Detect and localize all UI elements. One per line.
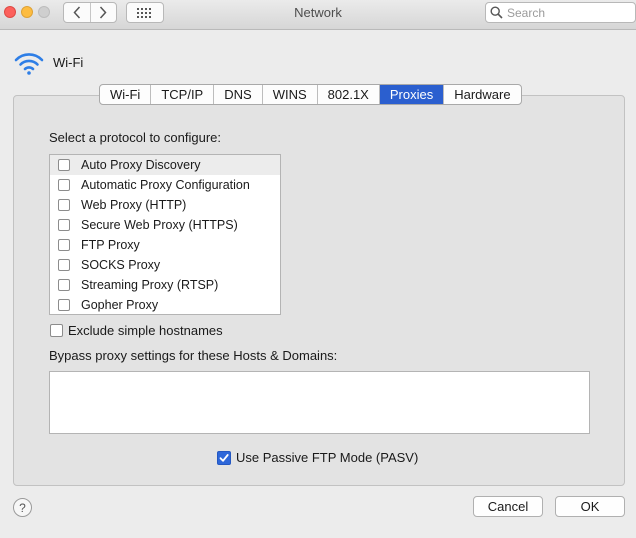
tab-tcpip[interactable]: TCP/IP xyxy=(151,85,215,104)
protocol-label: Streaming Proxy (RTSP) xyxy=(81,278,219,292)
protocol-label: Secure Web Proxy (HTTPS) xyxy=(81,218,238,232)
exclude-simple-hostnames-label: Exclude simple hostnames xyxy=(68,323,223,338)
protocol-label: Automatic Proxy Configuration xyxy=(81,178,250,192)
protocol-checkbox[interactable] xyxy=(58,239,70,251)
minimize-window-button[interactable] xyxy=(21,6,33,18)
close-window-button[interactable] xyxy=(4,6,16,18)
protocol-row-socks-proxy[interactable]: SOCKS Proxy xyxy=(50,255,280,275)
wifi-icon xyxy=(14,53,44,75)
forward-button[interactable] xyxy=(89,3,117,22)
back-button[interactable] xyxy=(64,3,90,22)
tab-dns[interactable]: DNS xyxy=(214,85,263,104)
protocol-row-auto-proxy-discovery[interactable]: Auto Proxy Discovery xyxy=(50,155,280,175)
protocol-label: Auto Proxy Discovery xyxy=(81,158,201,172)
chevron-right-icon xyxy=(100,6,107,19)
protocol-label: SOCKS Proxy xyxy=(81,258,161,272)
tab-wins[interactable]: WINS xyxy=(263,85,318,104)
checkmark-icon xyxy=(219,453,229,462)
bypass-label: Bypass proxy settings for these Hosts & … xyxy=(49,348,338,363)
zoom-window-button[interactable] xyxy=(38,6,50,18)
protocol-row-gopher-proxy[interactable]: Gopher Proxy xyxy=(50,295,280,315)
protocol-label: Gopher Proxy xyxy=(81,298,159,312)
back-forward-group xyxy=(63,2,117,23)
bypass-hosts-input[interactable] xyxy=(50,372,589,433)
tab-wifi[interactable]: Wi-Fi xyxy=(100,85,152,104)
passive-ftp-label: Use Passive FTP Mode (PASV) xyxy=(236,450,419,465)
protocol-checkbox[interactable] xyxy=(58,199,70,211)
bypass-hosts-box[interactable] xyxy=(49,371,590,434)
passive-ftp-checkbox[interactable] xyxy=(217,450,231,465)
search-field[interactable] xyxy=(485,2,636,23)
chevron-left-icon xyxy=(73,6,80,19)
tab-8021x[interactable]: 802.1X xyxy=(318,85,380,104)
passive-ftp-option[interactable]: Use Passive FTP Mode (PASV) xyxy=(217,450,418,465)
exclude-simple-hostnames-checkbox[interactable] xyxy=(50,324,63,337)
tab-hardware[interactable]: Hardware xyxy=(444,85,520,104)
help-button[interactable]: ? xyxy=(13,498,32,517)
protocol-select-label: Select a protocol to configure: xyxy=(49,130,221,145)
tab-proxies[interactable]: Proxies xyxy=(379,85,445,104)
protocol-row-ftp-proxy[interactable]: FTP Proxy xyxy=(50,235,280,255)
protocol-checkbox[interactable] xyxy=(58,259,70,271)
protocol-label: Web Proxy (HTTP) xyxy=(81,198,187,212)
cancel-button[interactable]: Cancel xyxy=(473,496,543,517)
grid-icon xyxy=(137,7,151,18)
protocol-checkbox[interactable] xyxy=(58,299,70,311)
exclude-simple-hostnames[interactable]: Exclude simple hostnames xyxy=(50,323,223,338)
protocol-checkbox[interactable] xyxy=(58,219,70,231)
ok-button[interactable]: OK xyxy=(555,496,625,517)
search-input[interactable] xyxy=(507,5,627,20)
protocol-checkbox[interactable] xyxy=(58,159,70,171)
protocol-row-web-proxy-http[interactable]: Web Proxy (HTTP) xyxy=(50,195,280,215)
show-all-button[interactable] xyxy=(126,2,164,23)
protocol-row-secure-web-proxy-https[interactable]: Secure Web Proxy (HTTPS) xyxy=(50,215,280,235)
protocol-row-streaming-proxy-rtsp[interactable]: Streaming Proxy (RTSP) xyxy=(50,275,280,295)
protocol-list[interactable]: Auto Proxy Discovery Automatic Proxy Con… xyxy=(49,154,281,315)
protocol-checkbox[interactable] xyxy=(58,279,70,291)
tab-bar: Wi-Fi TCP/IP DNS WINS 802.1X Proxies Har… xyxy=(99,84,522,105)
protocol-checkbox[interactable] xyxy=(58,179,70,191)
search-icon xyxy=(490,6,503,19)
interface-name: Wi-Fi xyxy=(53,55,84,70)
protocol-label: FTP Proxy xyxy=(81,238,140,252)
protocol-row-automatic-proxy-configuration[interactable]: Automatic Proxy Configuration xyxy=(50,175,280,195)
title-bar: Network xyxy=(0,0,636,30)
